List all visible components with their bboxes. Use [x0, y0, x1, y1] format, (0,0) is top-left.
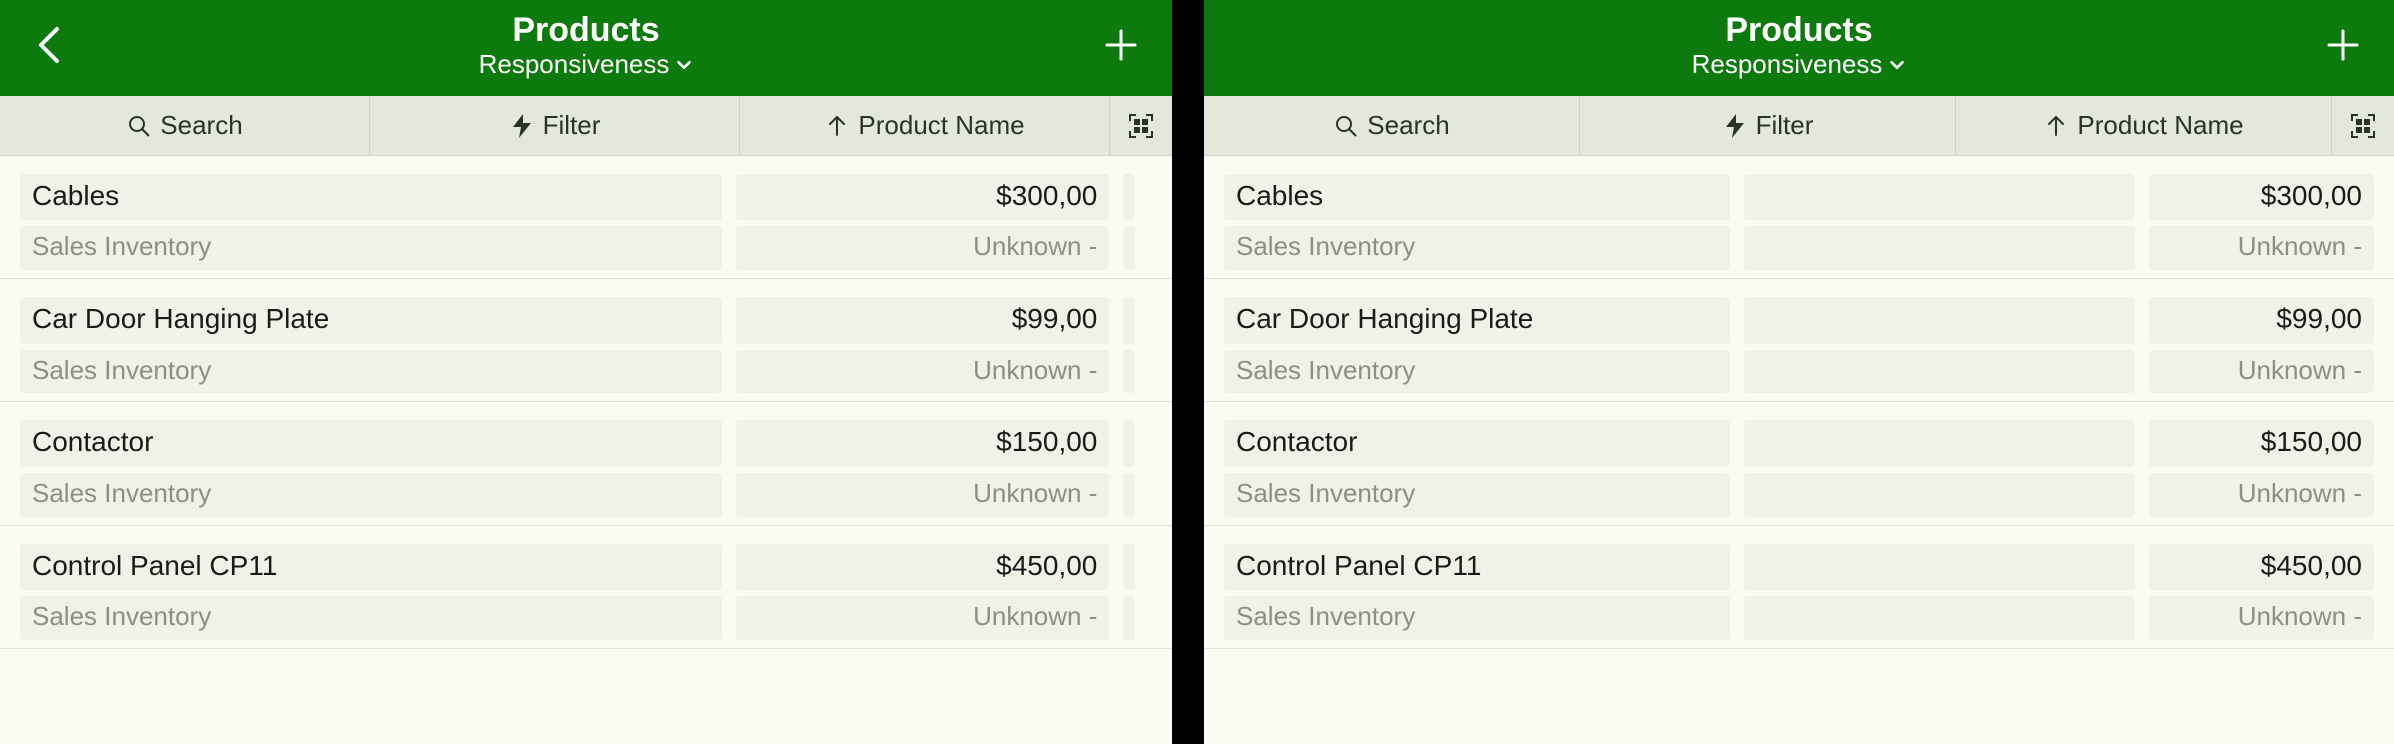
app-header: Products Responsiveness	[1204, 0, 2394, 96]
product-list-narrow: Cables$300,00Sales InventoryUnknown -Car…	[0, 156, 1172, 744]
scan-button[interactable]	[1110, 96, 1172, 155]
chevron-down-icon	[1888, 56, 1906, 74]
product-name: Contactor	[20, 420, 722, 466]
product-group: Sales Inventory	[1224, 350, 1730, 394]
search-icon	[126, 113, 152, 139]
sort-button[interactable]: Product Name	[1956, 96, 2332, 155]
list-toolbar: Search Filter Product Name	[0, 96, 1172, 156]
empty-cell	[1744, 297, 2135, 343]
empty-cell	[1123, 420, 1134, 466]
empty-cell	[1744, 596, 2135, 640]
product-price: $99,00	[2149, 297, 2374, 343]
empty-cell	[1123, 350, 1134, 394]
product-price: $450,00	[736, 544, 1110, 590]
product-price: $450,00	[2149, 544, 2374, 590]
sort-label: Product Name	[858, 110, 1024, 141]
qr-icon	[1128, 113, 1154, 139]
filter-label: Filter	[1756, 110, 1814, 141]
view-selector[interactable]: Responsiveness	[479, 50, 694, 80]
search-button[interactable]: Search	[1204, 96, 1580, 155]
empty-cell	[1744, 174, 2135, 220]
product-status: Unknown -	[736, 350, 1110, 394]
product-price: $99,00	[736, 297, 1110, 343]
product-status: Unknown -	[2149, 596, 2374, 640]
product-group: Sales Inventory	[20, 596, 722, 640]
search-button[interactable]: Search	[0, 96, 370, 155]
page-title: Products	[1725, 11, 1872, 50]
product-row[interactable]: Car Door Hanging Plate $99,00 Sales Invent…	[1204, 279, 2394, 402]
layout-divider	[1172, 0, 1204, 744]
view-selector[interactable]: Responsiveness	[1692, 50, 1907, 80]
app-shell-wide: Products Responsiveness Search	[1204, 0, 2394, 744]
product-row[interactable]: Contactor $150,00 Sales Inventory Unknown -	[0, 402, 1172, 525]
list-toolbar: Search Filter Product Name	[1204, 96, 2394, 156]
product-name: Cables	[20, 174, 722, 220]
product-row[interactable]: Contactor $150,00 Sales Inventory Unknown -	[1204, 402, 2394, 525]
empty-cell	[1744, 226, 2135, 270]
product-status: Unknown -	[2149, 350, 2374, 394]
product-name: Control Panel CP11	[1224, 544, 1730, 590]
search-label: Search	[1367, 110, 1449, 141]
product-status: Unknown -	[2149, 226, 2374, 270]
empty-cell	[1123, 473, 1134, 517]
product-status: Unknown -	[2149, 473, 2374, 517]
product-price: $300,00	[2149, 174, 2374, 220]
product-row[interactable]: Control Panel CP11 $450,00 Sales Inventory…	[1204, 526, 2394, 649]
search-label: Search	[160, 110, 242, 141]
product-row[interactable]: Cables $300,00 Sales Inventory Unknown -	[0, 156, 1172, 279]
product-row[interactable]: Car Door Hanging Plate $99,00 Sales Invent…	[0, 279, 1172, 402]
product-price: $150,00	[736, 420, 1110, 466]
product-name: Cables	[1224, 174, 1730, 220]
arrow-up-icon	[2043, 113, 2069, 139]
empty-cell	[1744, 350, 2135, 394]
app-shell-narrow: Products Responsiveness Search	[0, 0, 1172, 744]
chevron-down-icon	[675, 56, 693, 74]
empty-cell	[1123, 226, 1134, 270]
view-selector-label: Responsiveness	[1692, 50, 1883, 80]
filter-button[interactable]: Filter	[1580, 96, 1956, 155]
empty-cell	[1123, 297, 1134, 343]
product-name: Car Door Hanging Plate	[1224, 297, 1730, 343]
product-status: Unknown -	[736, 226, 1110, 270]
product-group: Sales Inventory	[1224, 473, 1730, 517]
filter-button[interactable]: Filter	[370, 96, 740, 155]
view-selector-label: Responsiveness	[479, 50, 670, 80]
empty-cell	[1744, 420, 2135, 466]
sort-button[interactable]: Product Name	[740, 96, 1110, 155]
product-price: $300,00	[736, 174, 1110, 220]
product-status: Unknown -	[736, 473, 1110, 517]
product-list-wide: Cables$300,00Sales InventoryUnknown -Car…	[1204, 156, 2394, 744]
empty-cell	[1744, 473, 2135, 517]
back-button[interactable]	[16, 25, 86, 65]
add-button[interactable]	[1086, 25, 1156, 65]
product-name: Contactor	[1224, 420, 1730, 466]
product-status: Unknown -	[736, 596, 1110, 640]
bolt-icon	[509, 113, 535, 139]
scan-button[interactable]	[2332, 96, 2394, 155]
qr-icon	[2350, 113, 2376, 139]
product-name: Control Panel CP11	[20, 544, 722, 590]
product-price: $150,00	[2149, 420, 2374, 466]
arrow-up-icon	[824, 113, 850, 139]
empty-cell	[1123, 544, 1134, 590]
product-group: Sales Inventory	[20, 473, 722, 517]
product-group: Sales Inventory	[20, 350, 722, 394]
empty-cell	[1744, 544, 2135, 590]
product-row[interactable]: Cables $300,00 Sales Inventory Unknown -	[1204, 156, 2394, 279]
sort-label: Product Name	[2077, 110, 2243, 141]
empty-cell	[1123, 174, 1134, 220]
empty-cell	[1123, 596, 1134, 640]
product-name: Car Door Hanging Plate	[20, 297, 722, 343]
product-group: Sales Inventory	[1224, 226, 1730, 270]
filter-label: Filter	[543, 110, 601, 141]
app-header: Products Responsiveness	[0, 0, 1172, 96]
product-row[interactable]: Control Panel CP11 $450,00 Sales Inventory…	[0, 526, 1172, 649]
search-icon	[1333, 113, 1359, 139]
add-button[interactable]	[2308, 25, 2378, 65]
bolt-icon	[1722, 113, 1748, 139]
product-group: Sales Inventory	[1224, 596, 1730, 640]
page-title: Products	[512, 11, 659, 50]
product-group: Sales Inventory	[20, 226, 722, 270]
